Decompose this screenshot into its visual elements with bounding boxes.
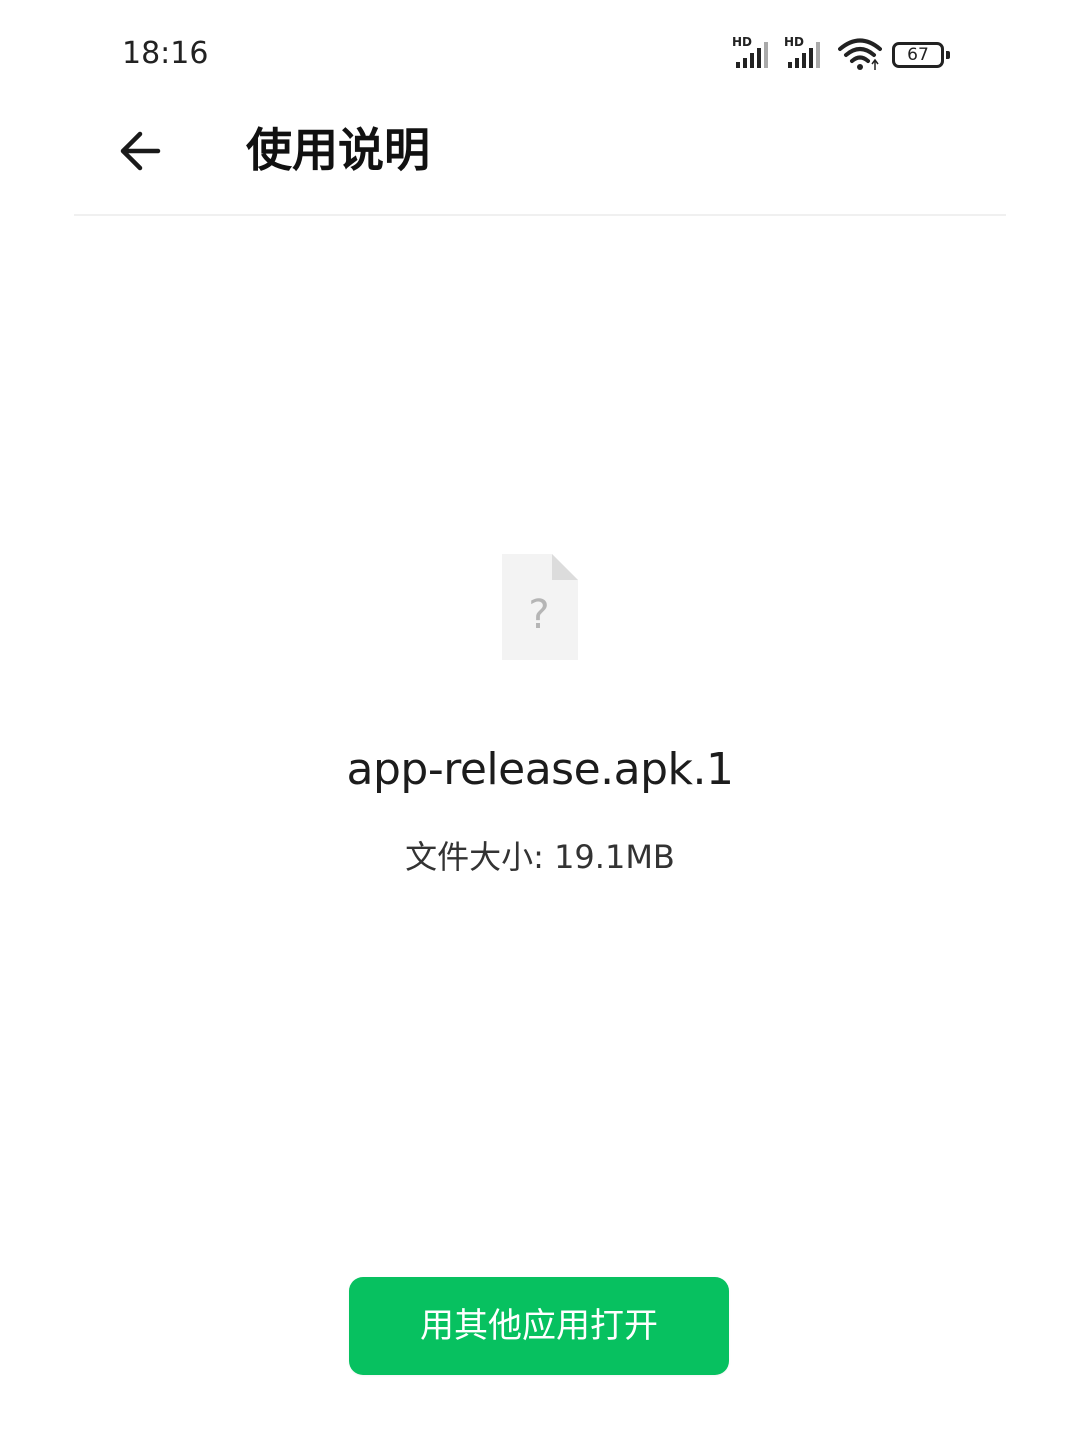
cellular-signal-icon-2: HD [782, 36, 828, 70]
back-button[interactable] [112, 122, 172, 182]
sim1-hd-label: HD [732, 35, 753, 49]
file-size: 文件大小: 19.1MB [405, 838, 675, 876]
unknown-file-icon: ? [500, 552, 580, 662]
arrow-left-icon [120, 131, 161, 171]
wifi-icon [838, 38, 882, 70]
page-title: 使用说明 [246, 123, 430, 177]
battery-icon: 67 [892, 42, 950, 68]
status-time: 18:16 [122, 36, 209, 71]
file-name: app-release.apk.1 [346, 744, 734, 795]
file-icon-glyph: ? [528, 592, 549, 638]
status-bar: 18:16 HD HD 67 [0, 0, 1080, 100]
header-bar: 使用说明 [0, 100, 1080, 216]
battery-level: 67 [907, 45, 929, 65]
battery-nub [946, 51, 950, 59]
status-icons: HD HD 67 [730, 36, 960, 72]
sim2-hd-label: HD [784, 35, 805, 49]
open-with-other-app-button[interactable]: 用其他应用打开 [349, 1277, 729, 1375]
cellular-signal-icon: HD [730, 36, 776, 70]
header-divider [74, 214, 1006, 216]
